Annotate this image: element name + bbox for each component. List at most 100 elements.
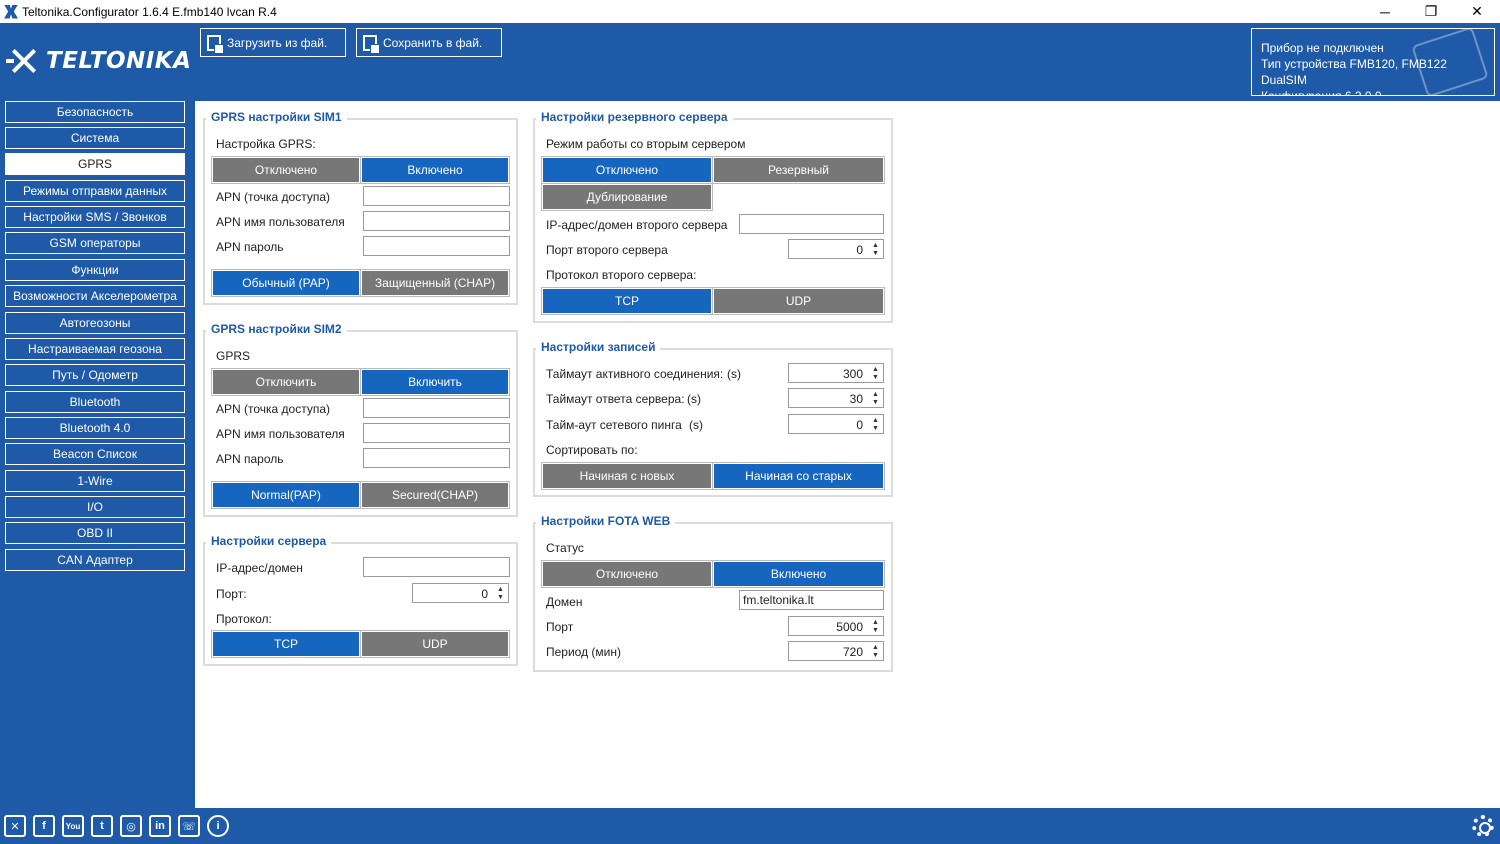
arrow-up-icon[interactable]: ▲ bbox=[496, 585, 505, 593]
server-tcp-button[interactable]: TCP bbox=[211, 630, 361, 658]
sidebar-item-data-acquisition[interactable]: Режимы отправки данных bbox=[5, 180, 185, 202]
arrow-down-icon[interactable]: ▼ bbox=[871, 249, 880, 257]
server-ip-label: IP-адрес/домен bbox=[216, 561, 303, 575]
youtube-icon[interactable]: You bbox=[62, 815, 84, 837]
sidebar-item-sms-call[interactable]: Настройки SMS / Звонков bbox=[5, 206, 185, 228]
chat-icon[interactable]: ☏ bbox=[178, 815, 200, 837]
sidebar-item-can-adapter[interactable]: CAN Адаптер bbox=[5, 549, 185, 571]
arrow-down-icon[interactable]: ▼ bbox=[871, 651, 880, 659]
backup-tcp-button[interactable]: TCP bbox=[541, 287, 713, 315]
sidebar-item-gsm-operators[interactable]: GSM операторы bbox=[5, 232, 185, 254]
sim2-apn-pass-label: APN пароль bbox=[216, 452, 284, 466]
fota-domain-label: Домен bbox=[546, 595, 583, 609]
ping-timeout-label: Тайм-аут сетевого пинга bbox=[546, 418, 682, 432]
arrow-down-icon[interactable]: ▼ bbox=[871, 626, 880, 634]
sim1-auth-pap-button[interactable]: Обычный (PAP) bbox=[211, 269, 361, 297]
sidebar-item-obd2[interactable]: OBD II bbox=[5, 522, 185, 544]
teltonika-icon[interactable]: ✕ bbox=[4, 815, 26, 837]
sidebar-item-1wire[interactable]: 1-Wire bbox=[5, 470, 185, 492]
save-to-file-button[interactable]: Сохранить в фай. bbox=[356, 28, 502, 57]
sim2-gprs-off-button[interactable]: Отключить bbox=[211, 368, 361, 396]
sim2-apn-user-input[interactable] bbox=[363, 423, 510, 443]
fota-period-label: Период (мин) bbox=[546, 645, 621, 659]
sort-newest-button[interactable]: Начиная с новых bbox=[541, 462, 713, 490]
backup-port-value: 0 bbox=[856, 243, 863, 257]
server-ip-input[interactable] bbox=[363, 557, 510, 577]
twitter-icon[interactable]: t bbox=[91, 815, 113, 837]
server-udp-button[interactable]: UDP bbox=[360, 630, 510, 658]
backup-mode-off-button[interactable]: Отключено bbox=[541, 156, 713, 184]
maximize-button[interactable]: ❐ bbox=[1408, 0, 1454, 23]
sidebar-item-bluetooth[interactable]: Bluetooth bbox=[5, 391, 185, 413]
info-icon[interactable]: i bbox=[207, 815, 229, 837]
sidebar-item-security[interactable]: Безопасность bbox=[5, 101, 185, 123]
response-timeout-label: Таймаут ответа сервера: bbox=[546, 392, 685, 406]
minimize-button[interactable]: ─ bbox=[1362, 0, 1408, 23]
fota-domain-input[interactable]: fm.teltonika.lt bbox=[739, 590, 884, 610]
fota-status-label: Статус bbox=[546, 541, 584, 555]
backup-udp-button[interactable]: UDP bbox=[712, 287, 885, 315]
backup-mode-reserve-button[interactable]: Резервный bbox=[712, 156, 885, 184]
sim1-apn-pass-input[interactable] bbox=[363, 236, 510, 256]
load-from-file-button[interactable]: Загрузить из фай. bbox=[200, 28, 346, 57]
save-to-file-label: Сохранить в фай. bbox=[383, 35, 483, 50]
server-port-stepper[interactable]: 0 ▲ ▼ bbox=[412, 583, 509, 603]
sim2-apn-pass-input[interactable] bbox=[363, 448, 510, 468]
fota-on-button[interactable]: Включено bbox=[712, 560, 885, 588]
fota-off-button[interactable]: Отключено bbox=[541, 560, 713, 588]
sort-oldest-button[interactable]: Начиная со старых bbox=[712, 462, 885, 490]
arrow-up-icon[interactable]: ▲ bbox=[871, 643, 880, 651]
sidebar-item-system[interactable]: Система bbox=[5, 127, 185, 149]
sidebar-item-features[interactable]: Функции bbox=[5, 259, 185, 281]
backup-ip-input[interactable] bbox=[739, 214, 884, 234]
fota-port-stepper[interactable]: 5000 ▲ ▼ bbox=[788, 616, 884, 636]
arrow-down-icon[interactable]: ▼ bbox=[871, 424, 880, 432]
sim2-auth-chap-button[interactable]: Secured(CHAP) bbox=[360, 481, 510, 509]
sim2-gprs-on-button[interactable]: Включить bbox=[360, 368, 510, 396]
linkedin-icon[interactable]: in bbox=[149, 815, 171, 837]
backup-mode-duplicate-button[interactable]: Дублирование bbox=[541, 183, 713, 211]
sim1-apn-input[interactable] bbox=[363, 186, 510, 206]
backup-server-title: Настройки резервного сервера bbox=[536, 109, 733, 125]
sim1-gprs-on-button[interactable]: Включено bbox=[360, 156, 510, 184]
sim2-gprs-label: GPRS bbox=[216, 349, 251, 363]
sidebar-item-manual-geofence[interactable]: Настраиваемая геозона bbox=[5, 338, 185, 360]
sort-label: Сортировать по: bbox=[546, 443, 638, 457]
arrow-up-icon[interactable]: ▲ bbox=[871, 618, 880, 626]
arrow-up-icon[interactable]: ▲ bbox=[871, 365, 880, 373]
response-timeout-stepper[interactable]: 30 ▲ ▼ bbox=[788, 388, 884, 408]
arrow-up-icon[interactable]: ▲ bbox=[871, 390, 880, 398]
arrow-down-icon[interactable]: ▼ bbox=[496, 593, 505, 601]
arrow-up-icon[interactable]: ▲ bbox=[871, 416, 880, 424]
ping-timeout-stepper[interactable]: 0 ▲ ▼ bbox=[788, 414, 884, 434]
gear-icon[interactable] bbox=[1472, 815, 1494, 837]
arrow-up-icon[interactable]: ▲ bbox=[871, 241, 880, 249]
sidebar-item-gprs[interactable]: GPRS bbox=[5, 153, 185, 175]
sim1-auth-chap-button[interactable]: Защищенный (CHAP) bbox=[360, 269, 510, 297]
fota-period-stepper[interactable]: 720 ▲ ▼ bbox=[788, 641, 884, 661]
sidebar-item-accelerometer[interactable]: Возможности Акселерометра bbox=[5, 285, 185, 307]
backup-ip-label: IP-адрес/домен второго сервера bbox=[546, 218, 728, 232]
arrow-down-icon[interactable]: ▼ bbox=[871, 373, 880, 381]
sidebar-item-autogeofence[interactable]: Автогеозоны bbox=[5, 312, 185, 334]
backup-port-stepper[interactable]: 0 ▲ ▼ bbox=[788, 239, 884, 259]
sidebar: Безопасность Система GPRS Режимы отправк… bbox=[0, 101, 195, 808]
sidebar-item-trip-odometer[interactable]: Путь / Одометр bbox=[5, 364, 185, 386]
sidebar-item-beacon-list[interactable]: Beacon Список bbox=[5, 443, 185, 465]
active-timeout-stepper[interactable]: 300 ▲ ▼ bbox=[788, 363, 884, 383]
close-button[interactable]: ✕ bbox=[1454, 0, 1500, 23]
sidebar-item-bluetooth-4[interactable]: Bluetooth 4.0 bbox=[5, 417, 185, 439]
teltonika-logo-icon bbox=[6, 43, 42, 79]
active-timeout-unit: (s) bbox=[727, 367, 741, 381]
server-port-value: 0 bbox=[481, 587, 488, 601]
facebook-icon[interactable]: f bbox=[33, 815, 55, 837]
sim2-apn-input[interactable] bbox=[363, 398, 510, 418]
arrow-down-icon[interactable]: ▼ bbox=[871, 398, 880, 406]
instagram-icon[interactable]: ◎ bbox=[120, 815, 142, 837]
fota-period-value: 720 bbox=[842, 645, 863, 659]
sim2-auth-pap-button[interactable]: Normal(PAP) bbox=[211, 481, 361, 509]
sim1-apn-user-input[interactable] bbox=[363, 211, 510, 231]
response-timeout-value: 30 bbox=[849, 392, 863, 406]
sidebar-item-io[interactable]: I/O bbox=[5, 496, 185, 518]
sim1-gprs-off-button[interactable]: Отключено bbox=[211, 156, 361, 184]
